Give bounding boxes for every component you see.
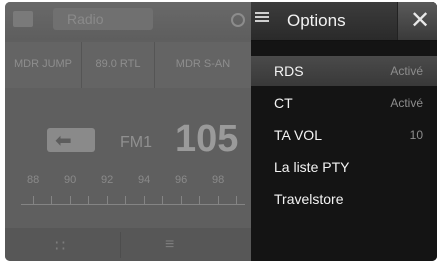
radio-status-icon <box>231 13 245 27</box>
scale-tick <box>181 196 182 204</box>
rds-signal-icon[interactable]: ∷ <box>55 236 73 255</box>
scale-line <box>21 204 245 205</box>
scale-label: 98 <box>212 174 225 186</box>
close-icon: ✕ <box>410 7 431 34</box>
scale-tick <box>70 196 71 204</box>
scale-tick <box>218 196 219 204</box>
frequency-display: 105 <box>175 118 239 160</box>
scale-label: 96 <box>175 174 188 186</box>
bottom-divider <box>120 232 121 258</box>
scale-label: 88 <box>27 174 40 186</box>
scale-label: 92 <box>101 174 114 186</box>
option-label: TA VOL <box>274 127 322 143</box>
preset-label: MDR S-AN <box>175 58 231 70</box>
scale-tick <box>88 196 89 204</box>
screen-frame: Radio MDR JUMP 89.0 RTL MDR S-AN ⬅ FM1 1… <box>5 2 437 261</box>
band-label: FM1 <box>120 134 152 151</box>
scale-label: 94 <box>138 174 151 186</box>
preset-button[interactable]: MDR JUMP <box>5 42 82 88</box>
option-ta-vol[interactable]: TA VOL 10 <box>251 120 437 150</box>
back-arrow-button[interactable]: ⬅ <box>47 128 95 152</box>
scale-tick <box>162 196 163 204</box>
option-rds[interactable]: RDS Activé <box>251 56 437 86</box>
scale-tick <box>144 196 145 204</box>
options-header: Options ✕ <box>251 2 437 41</box>
scale-label: 90 <box>64 174 77 186</box>
preset-button[interactable]: 89.0 RTL <box>82 42 155 88</box>
options-menu-icon <box>255 10 269 24</box>
preset-label: MDR JUMP <box>13 58 73 70</box>
option-label: La liste PTY <box>274 159 350 175</box>
scale-tick <box>107 196 108 204</box>
preset-button[interactable]: MDR S-AN <box>155 42 252 88</box>
close-button[interactable]: ✕ <box>397 2 437 40</box>
option-travelstore[interactable]: Travelstore <box>251 184 437 214</box>
list-icon[interactable]: ≡ <box>165 236 187 254</box>
scale-tick <box>125 196 126 204</box>
back-arrow-icon: ⬅ <box>55 130 72 152</box>
option-value: Activé <box>390 64 423 78</box>
scale-tick <box>51 196 52 204</box>
option-label: Travelstore <box>274 191 344 207</box>
option-value: Activé <box>390 96 423 110</box>
radio-title: Radio <box>67 11 104 27</box>
options-panel: Options ✕ RDS Activé CT Activé TA VOL 10… <box>251 2 437 261</box>
option-value: 10 <box>409 128 423 142</box>
scale-tick <box>236 196 237 204</box>
option-ct[interactable]: CT Activé <box>251 88 437 118</box>
options-title: Options <box>287 11 346 30</box>
menu-icon <box>13 11 33 27</box>
preset-label: 89.0 RTL <box>95 58 141 70</box>
scale-tick <box>199 196 200 204</box>
scale-tick <box>33 196 34 204</box>
option-pty-list[interactable]: La liste PTY <box>251 152 437 182</box>
option-label: RDS <box>274 63 304 79</box>
option-label: CT <box>274 95 293 111</box>
